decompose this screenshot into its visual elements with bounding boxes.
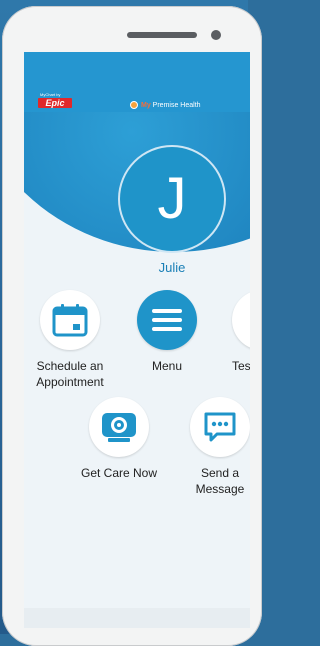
premise-health-logo: My Premise Health (130, 101, 201, 109)
premise-health-mark-icon (130, 101, 138, 109)
schedule-appointment-button[interactable]: Schedule an Appointment (24, 290, 120, 390)
schedule-appointment-label: Schedule an Appointment (36, 359, 104, 389)
app-screen: MyChart by Epic My Premise Health J Juli… (24, 52, 250, 628)
menu-circle (137, 290, 197, 350)
message-icon (204, 412, 236, 442)
test-results-circle (232, 290, 250, 350)
brand-name: Premise Health (150, 101, 201, 109)
get-care-now-label: Get Care Now (80, 466, 158, 480)
speaker-grille (127, 32, 197, 38)
epic-logo: Epic (38, 98, 72, 108)
send-message-button[interactable]: Send a Message (170, 397, 250, 497)
bottom-area (24, 608, 250, 628)
get-care-now-button[interactable]: Get Care Now (69, 397, 169, 481)
test-results-label: Tes (232, 359, 250, 373)
send-message-circle (190, 397, 250, 457)
front-camera (211, 30, 221, 40)
avatar[interactable]: J (120, 147, 224, 251)
user-name[interactable]: Julie (120, 260, 224, 275)
mychart-by-label: MyChart by (40, 92, 61, 97)
calendar-icon (52, 304, 88, 337)
menu-button[interactable]: Menu (117, 290, 217, 374)
get-care-now-circle (89, 397, 149, 457)
phone-frame: MyChart by Epic My Premise Health J Juli… (2, 6, 262, 646)
send-message-label: Send a Message (195, 466, 245, 496)
menu-icon (152, 309, 182, 331)
test-results-button[interactable]: Tes (218, 290, 250, 374)
brand-my: My (141, 101, 151, 109)
menu-label: Menu (151, 359, 183, 373)
schedule-appointment-circle (40, 290, 100, 350)
webcam-icon (102, 413, 136, 442)
